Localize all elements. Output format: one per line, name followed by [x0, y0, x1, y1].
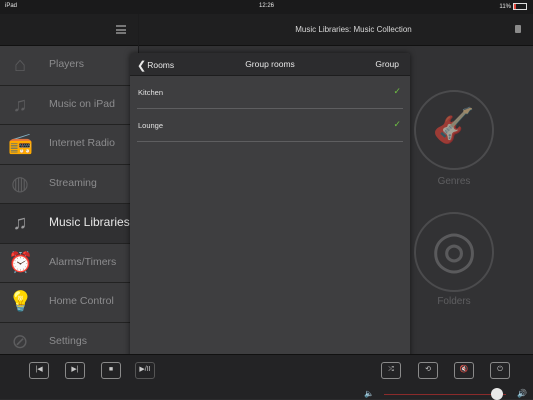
power-icon: ⏻: [497, 366, 503, 373]
sidebar-item-label: Internet Radio: [49, 137, 115, 149]
sidebar-item-home-control[interactable]: 💡 Home Control: [0, 283, 138, 323]
alarm-clock-icon: ⏰: [8, 251, 33, 274]
sidebar-item-internet-radio[interactable]: 📻 Internet Radio: [0, 125, 138, 165]
guitar-icon: 🎸: [432, 107, 476, 145]
folders-label: Folders: [437, 296, 471, 307]
music-note-icon: ♫: [12, 93, 28, 116]
page-title: Music Libraries: Music Collection: [295, 25, 412, 34]
genres-tile[interactable]: 🎸: [414, 90, 494, 170]
play-pause-button[interactable]: ▶/II: [135, 362, 155, 379]
next-button[interactable]: ▶|: [65, 362, 85, 379]
power-button[interactable]: ⏻: [490, 362, 510, 379]
play-pause-icon: ▶/II: [139, 366, 151, 373]
sidebar-item-label: Music on iPad: [49, 97, 115, 110]
sidebar-item-label: Music Libraries: [49, 215, 130, 229]
mute-icon: 🔇: [459, 366, 469, 373]
sidebar-item-label: Settings: [49, 334, 87, 347]
volume-slider[interactable]: [384, 394, 506, 395]
music-note-icon: ♫: [12, 212, 28, 234]
shuffle-button[interactable]: ⤮: [381, 362, 401, 379]
volume-high-icon: 🔊: [517, 389, 527, 398]
skip-forward-icon: ▶|: [71, 366, 79, 373]
radio-icon: 📻: [8, 133, 33, 155]
header-bar: Music Libraries: Music Collection: [139, 14, 533, 46]
trash-icon[interactable]: [515, 25, 521, 33]
volume-low-icon: 🔈: [364, 389, 374, 398]
battery-indicator: 11%: [499, 3, 527, 10]
sidebar-item-label: Alarms/Timers: [49, 255, 117, 268]
battery-icon: [513, 3, 527, 10]
checkmark-icon: ✓: [393, 86, 401, 96]
room-list: Kitchen ✓ Lounge ✓: [130, 76, 410, 142]
clock: 12:26: [258, 3, 274, 9]
battery-percent: 11%: [499, 4, 511, 11]
sidebar-item-alarms-timers[interactable]: ⏰ Alarms/Timers: [0, 243, 138, 283]
genres-label: Genres: [437, 176, 471, 187]
popover-header: ❮Rooms Group rooms Group: [130, 53, 410, 76]
sidebar-item-label: Streaming: [49, 176, 97, 189]
volume-knob[interactable]: [491, 388, 504, 400]
previous-button[interactable]: |◀: [29, 362, 49, 379]
sidebar-item-music-libraries[interactable]: ♫ Music Libraries: [0, 204, 138, 244]
sidebar-list: ⌂ Players ♫ Music on iPad 📻 Internet Radio ◍ St…: [0, 46, 138, 362]
group-button[interactable]: Group: [375, 59, 399, 69]
shuffle-icon: ⤮: [388, 366, 394, 373]
room-name: Lounge: [138, 121, 164, 130]
sidebar-item-label: Players: [49, 58, 85, 70]
sidebar-item-music-on-ipad[interactable]: ♫ Music on iPad: [0, 85, 138, 125]
transport-bar: |◀ ▶| ■ ▶/II ⤮ ⟲ 🔇 ⏻ 🔈 🔊: [0, 354, 533, 400]
room-row[interactable]: Kitchen ✓: [137, 76, 403, 109]
repeat-button[interactable]: ⟲: [418, 362, 438, 379]
menu-icon[interactable]: [116, 25, 126, 34]
sidebar-header: [0, 14, 138, 46]
sidebar: ⌂ Players ♫ Music on iPad 📻 Internet Radio ◍ St…: [0, 14, 139, 362]
repeat-icon: ⟲: [425, 366, 431, 373]
checkmark-icon: ✓: [393, 119, 401, 129]
sidebar-item-label: Home Control: [49, 295, 114, 307]
lightbulb-icon: 💡: [8, 291, 33, 313]
popover-title: Group rooms: [245, 59, 295, 69]
status-bar: iPad 12:26 11%: [0, 0, 533, 14]
target-icon: ◎: [431, 221, 477, 279]
group-rooms-popover: ❮Rooms Group rooms Group Kitchen ✓ Lounge ✓: [130, 53, 410, 362]
sidebar-item-players[interactable]: ⌂ Players: [0, 46, 138, 86]
mute-button[interactable]: 🔇: [454, 362, 474, 379]
folders-tile[interactable]: ◎: [414, 212, 494, 292]
stop-button[interactable]: ■: [101, 362, 121, 379]
skip-back-icon: |◀: [35, 366, 43, 373]
room-name: Kitchen: [138, 88, 164, 97]
settings-icon: ⊘: [11, 330, 29, 353]
stop-icon: ■: [108, 366, 114, 373]
sidebar-item-streaming[interactable]: ◍ Streaming: [0, 164, 138, 204]
room-row[interactable]: Lounge ✓: [137, 109, 403, 142]
globe-icon: ◍: [11, 172, 29, 195]
home-icon: ⌂: [13, 54, 27, 76]
